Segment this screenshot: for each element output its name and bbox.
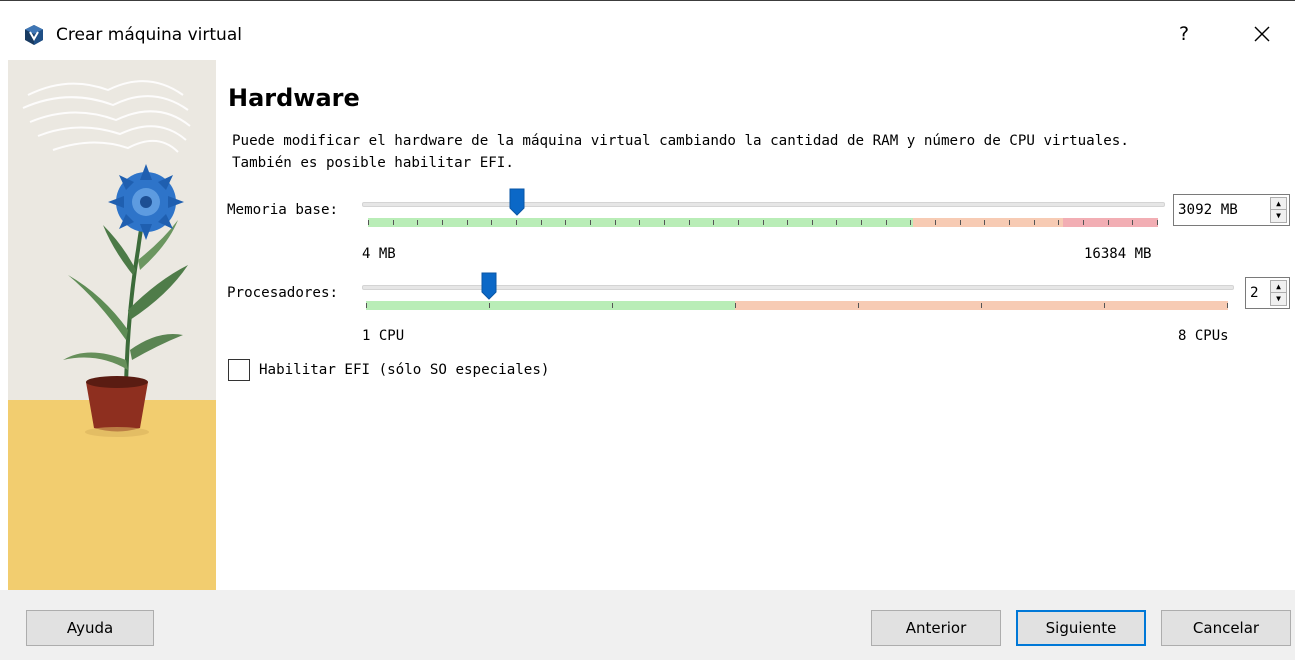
slider-tick [491, 220, 492, 225]
slider-tick [393, 220, 394, 225]
wizard-illustration [8, 60, 216, 590]
processors-slider-handle[interactable] [481, 272, 497, 300]
description-line-1: Puede modificar el hardware de la máquin… [232, 133, 1129, 149]
memory-max-label: 16384 MB [1084, 246, 1152, 262]
page-description: Puede modificar el hardware de la máquin… [232, 130, 1232, 174]
slider-tick [467, 220, 468, 225]
window-title: Crear máquina virtual [56, 25, 242, 45]
slider-tick [590, 220, 591, 225]
slider-tick [565, 220, 566, 225]
slider-tick [689, 220, 690, 225]
slider-tick [615, 220, 616, 225]
slider-tick [1157, 220, 1158, 225]
slider-tick [836, 220, 837, 225]
efi-checkbox[interactable] [228, 359, 250, 381]
back-button[interactable]: Anterior [871, 610, 1001, 646]
processors-spinbox-buttons[interactable]: ▲ ▼ [1270, 280, 1287, 306]
slider-tick [1034, 220, 1035, 225]
slider-tick [981, 303, 982, 308]
flower-pot-illustration [8, 60, 216, 590]
slider-tick [639, 220, 640, 225]
memory-spinbox[interactable]: 3092 MB ▲ ▼ [1173, 194, 1290, 226]
memory-slider-track[interactable] [362, 202, 1165, 207]
memory-spinbox-buttons[interactable]: ▲ ▼ [1270, 197, 1287, 223]
memory-min-label: 4 MB [362, 246, 396, 262]
slider-scale-segment [368, 218, 914, 227]
slider-tick [861, 220, 862, 225]
slider-tick [541, 220, 542, 225]
memory-slider-handle[interactable] [509, 188, 525, 216]
slider-tick [1227, 303, 1228, 308]
slider-tick [858, 303, 859, 308]
processors-increment-button[interactable]: ▲ [1271, 281, 1286, 293]
memory-label: Memoria base: [227, 202, 339, 218]
next-button[interactable]: Siguiente [1016, 610, 1146, 646]
slider-tick [417, 220, 418, 225]
processors-decrement-button[interactable]: ▼ [1271, 293, 1286, 305]
slider-tick [1132, 220, 1133, 225]
memory-decrement-button[interactable]: ▼ [1271, 210, 1286, 222]
memory-value: 3092 MB [1178, 202, 1238, 218]
help-footer-button[interactable]: Ayuda [26, 610, 154, 646]
slider-tick [516, 220, 517, 225]
processors-label: Procesadores: [227, 285, 339, 301]
slider-tick [787, 220, 788, 225]
memory-slider-scale [368, 218, 1158, 227]
efi-label[interactable]: Habilitar EFI (sólo SO especiales) [259, 360, 549, 380]
slider-tick [1104, 303, 1105, 308]
slider-tick [713, 220, 714, 225]
slider-tick [910, 220, 911, 225]
cancel-button[interactable]: Cancelar [1161, 610, 1291, 646]
slider-tick [935, 220, 936, 225]
description-line-2: También es posible habilitar EFI. [232, 155, 514, 171]
slider-tick [960, 220, 961, 225]
slider-tick [812, 220, 813, 225]
memory-increment-button[interactable]: ▲ [1271, 198, 1286, 210]
slider-tick [368, 220, 369, 225]
slider-tick [664, 220, 665, 225]
slider-tick [984, 220, 985, 225]
slider-scale-segment [1063, 218, 1158, 227]
slider-tick [1009, 220, 1010, 225]
slider-tick [612, 303, 613, 308]
processors-min-label: 1 CPU [362, 328, 405, 344]
processors-value: 2 [1250, 285, 1259, 301]
slider-tick [738, 220, 739, 225]
slider-tick [735, 303, 736, 308]
slider-tick [442, 220, 443, 225]
slider-tick [1083, 220, 1084, 225]
close-icon[interactable] [1246, 19, 1278, 49]
processors-spinbox[interactable]: 2 ▲ ▼ [1245, 277, 1290, 309]
slider-tick [1108, 220, 1109, 225]
wizard-page: Hardware Puede modificar el hardware de … [216, 60, 1295, 590]
slider-tick [366, 303, 367, 308]
page-title: Hardware [228, 84, 360, 112]
processors-max-label: 8 CPUs [1178, 328, 1229, 344]
virtualbox-icon [25, 25, 43, 45]
help-button[interactable]: ? [1172, 21, 1196, 47]
processors-slider-scale [366, 301, 1228, 310]
button-bar: Ayuda Anterior Siguiente Cancelar [0, 590, 1295, 660]
slider-scale-segment [366, 301, 736, 310]
slider-tick [886, 220, 887, 225]
slider-tick [763, 220, 764, 225]
slider-tick [1058, 220, 1059, 225]
title-bar: Crear máquina virtual ? [0, 0, 1295, 60]
slider-tick [489, 303, 490, 308]
